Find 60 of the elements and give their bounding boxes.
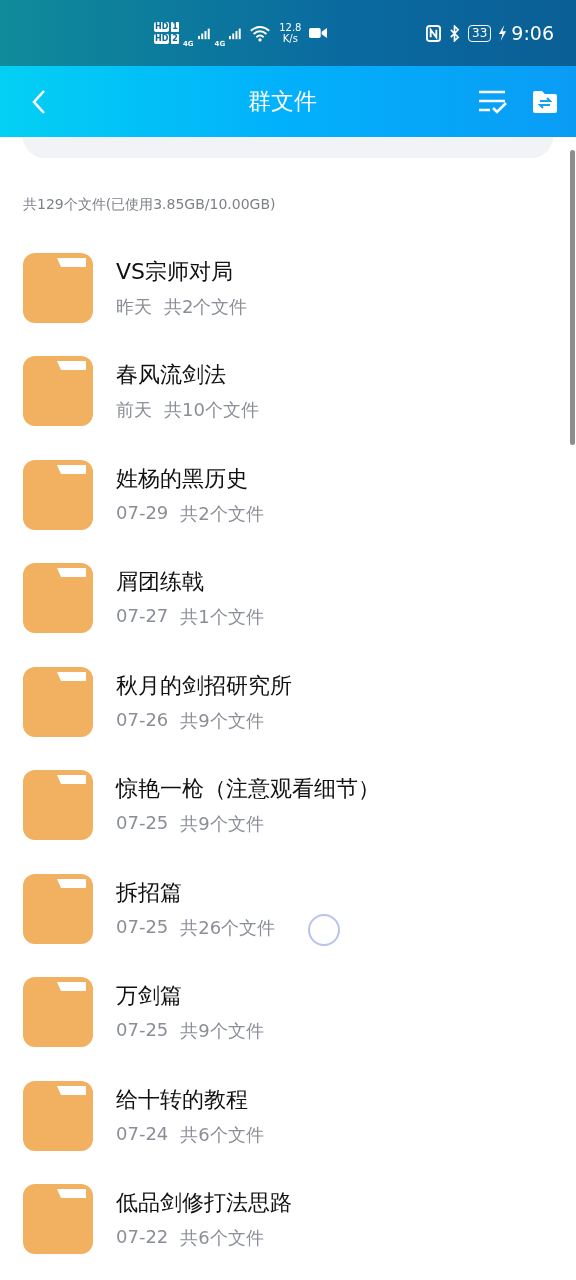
folder-date: 07-24 [116,1122,169,1146]
folder-icon [23,252,93,323]
folder-icon [23,666,93,737]
signal-icon [197,26,211,40]
folder-name[interactable]: 万剑篇 [116,981,264,1012]
sim-slot: 2 [171,34,179,44]
file-count: 共9个文件 [180,708,264,733]
page-title: 群文件 [246,87,318,116]
folder-name[interactable]: 姓杨的黑历史 [116,463,264,494]
folder-name[interactable]: 春风流剑法 [116,360,259,391]
loading-spinner [308,914,340,946]
folder-name[interactable]: 屑团练戟 [116,567,264,598]
sim-slot: 1 [171,22,179,32]
folder-icon [23,563,93,634]
network-speed: 12.8 [279,22,302,33]
folder-date: 前天 [116,398,152,423]
battery-level: 33 [468,24,492,42]
folder-date: 07-25 [116,1019,169,1043]
search-field[interactable] [23,137,553,158]
folder-name[interactable]: 秋月的剑招研究所 [116,670,292,701]
folder-name[interactable]: VS宗师对局 [116,256,248,287]
folder-icon [23,459,93,530]
folder-icon [23,1080,93,1151]
folder-icon [23,1184,93,1255]
scrollbar[interactable] [570,150,575,445]
file-count: 共2个文件 [180,501,264,526]
folder-date: 07-27 [116,605,169,629]
folder-icon [23,770,93,841]
folder-date: 07-29 [116,501,169,525]
folder-name[interactable]: 拆招篇 [116,877,276,908]
file-count: 共26个文件 [180,915,276,940]
file-count: 共10个文件 [164,398,259,423]
bluetooth-icon [449,24,461,42]
file-count: 共9个文件 [180,1019,264,1044]
sim-label: HD [154,34,170,44]
charging-icon [498,25,508,41]
file-count: 共1个文件 [180,605,264,630]
signal-icon [229,26,243,40]
folder-date: 07-25 [116,915,169,939]
folder-name[interactable]: 给十转的教程 [116,1084,264,1115]
file-count: 共9个文件 [180,812,264,837]
storage-summary: 共129个文件(已使用3.85GB/10.00GB) [23,196,277,214]
video-camera-icon [309,27,328,39]
sim-label: HD [154,22,170,32]
folder-name[interactable]: 低品剑修打法思路 [116,1188,292,1219]
folder-date: 07-25 [116,812,169,836]
nfc-icon [426,24,442,42]
folder-icon [23,873,93,944]
folder-name[interactable]: 惊艳一枪（注意观看细节） [116,774,380,805]
wifi-icon [249,24,272,42]
file-count: 共2个文件 [164,294,248,319]
folder-date: 07-26 [116,708,169,732]
folder-icon [23,977,93,1048]
folder-date: 昨天 [116,294,152,319]
speed-unit: K/s [282,33,298,44]
folder-date: 07-22 [116,1226,169,1250]
clock: 9:06 [511,22,554,44]
folder-icon [23,356,93,427]
file-count: 共6个文件 [180,1122,264,1147]
file-count: 共6个文件 [180,1226,264,1251]
